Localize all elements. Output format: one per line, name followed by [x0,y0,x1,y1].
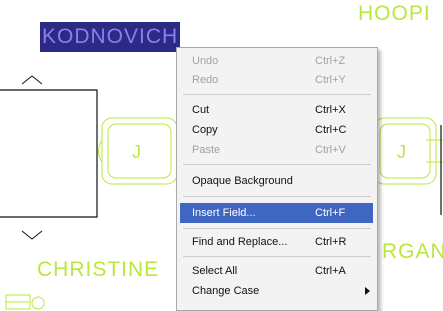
menu-item-opaque-background[interactable]: Opaque Background [180,171,373,191]
menu-separator [183,94,371,95]
menu-item-label: Redo [192,74,219,86]
menu-item-shortcut: Ctrl+Y [315,74,346,86]
menu-item-select-all[interactable]: Select All Ctrl+A [180,261,373,281]
menu-item-find-replace[interactable]: Find and Replace... Ctrl+R [180,232,373,252]
menu-item-shortcut: Ctrl+C [315,124,347,136]
menu-item-shortcut: Ctrl+A [315,265,346,277]
wall-outline-left [0,89,98,218]
menu-item-change-case[interactable]: Change Case [180,281,373,301]
chevron-down-icon [21,230,43,240]
menu-item-shortcut: Ctrl+R [315,236,347,248]
menu-item-label: Copy [192,124,218,136]
cad-symbol-bottom-left [5,294,45,310]
menu-item-insert-field[interactable]: Insert Field... Ctrl+F [180,203,373,223]
symbol-right-letter: J [397,142,406,162]
menu-item-redo[interactable]: Redo Ctrl+Y [180,70,373,90]
label-bottom-left: CHRISTINE [37,258,160,281]
chevron-up-icon [21,75,43,85]
menu-item-shortcut: Ctrl+V [315,144,346,156]
menu-item-shortcut: Ctrl+Z [315,55,346,67]
submenu-arrow-icon [365,287,370,295]
menu-item-cut[interactable]: Cut Ctrl+X [180,100,373,120]
menu-separator [183,196,371,197]
menu-item-label: Opaque Background [192,175,293,187]
menu-item-shortcut: Ctrl+X [315,104,346,116]
menu-item-copy[interactable]: Copy Ctrl+C [180,120,373,140]
context-menu: Undo Ctrl+Z Redo Ctrl+Y Cut Ctrl+X Copy … [176,47,378,311]
menu-separator [183,164,371,165]
label-bottom-right: RGAN [382,240,443,263]
menu-item-label: Paste [192,144,221,156]
cad-symbol-right [373,117,443,185]
menu-item-undo[interactable]: Undo Ctrl+Z [180,51,373,71]
menu-item-label: Undo [192,55,219,67]
menu-separator [183,228,371,229]
label-top-right: HOOPI [358,2,431,25]
selected-text[interactable]: KODNOVICH [40,22,181,52]
menu-item-label: Select All [192,265,238,277]
menu-item-label: Cut [192,104,210,116]
menu-item-label: Change Case [192,285,260,297]
menu-item-label: Insert Field... [192,207,256,219]
menu-item-shortcut: Ctrl+F [315,207,346,219]
menu-item-label: Find and Replace... [192,236,288,248]
menu-item-paste[interactable]: Paste Ctrl+V [180,140,373,160]
symbol-left-letter: J [132,142,141,162]
menu-separator [183,256,371,257]
